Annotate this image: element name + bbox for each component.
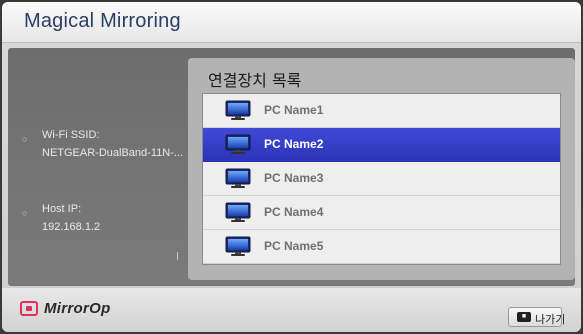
device-row[interactable]: PC Name5 (203, 230, 560, 264)
device-name: PC Name4 (264, 205, 324, 219)
device-name: PC Name1 (264, 103, 324, 117)
device-name: PC Name2 (264, 137, 324, 151)
monitor-icon (225, 236, 251, 256)
wifi-ssid-label: Wi-Fi SSID: (42, 129, 100, 141)
host-ip-value: 192.168.1.2 (42, 221, 101, 233)
device-row[interactable]: PC Name3 (203, 162, 560, 196)
host-ip-label: Host IP: (42, 203, 82, 215)
device-list-dialog: 연결장치 목록 PC Name1 PC Name2 PC Name3 PC Name4… (188, 58, 575, 280)
device-name: PC Name5 (264, 239, 324, 253)
app-window: Magical Mirroring ○ Wi-Fi SSID: NETGEAR-… (2, 2, 581, 332)
footer-bar: MirrorOp ■ 나가기 (2, 288, 581, 332)
divider (177, 252, 178, 260)
monitor-icon (225, 134, 251, 154)
brand-name: MirrorOp (44, 300, 111, 317)
monitor-icon (225, 202, 251, 222)
bullet-icon: ○ (22, 134, 28, 144)
exit-key-icon: ■ (517, 312, 531, 322)
wifi-ssid-value: NETGEAR-DualBand-11N-... (42, 147, 184, 159)
exit-label: 나가기 (535, 313, 566, 326)
mirrorop-logo-icon (20, 301, 38, 316)
app-title: Magical Mirroring (24, 10, 181, 32)
device-row[interactable]: PC Name4 (203, 196, 560, 230)
title-bar: Magical Mirroring (2, 2, 581, 43)
exit-button[interactable]: ■ 나가기 (508, 307, 566, 327)
device-list: PC Name1 PC Name2 PC Name3 PC Name4 PC Name5 (202, 93, 561, 265)
monitor-icon (225, 100, 251, 120)
bullet-icon: ○ (22, 208, 28, 218)
dialog-title: 연결장치 목록 (208, 71, 302, 90)
main-panel: ○ Wi-Fi SSID: NETGEAR-DualBand-11N-... ○… (8, 48, 575, 286)
device-row[interactable]: PC Name1 (203, 94, 560, 128)
monitor-icon (225, 168, 251, 188)
device-row[interactable]: PC Name2 (203, 128, 560, 162)
device-name: PC Name3 (264, 171, 324, 185)
